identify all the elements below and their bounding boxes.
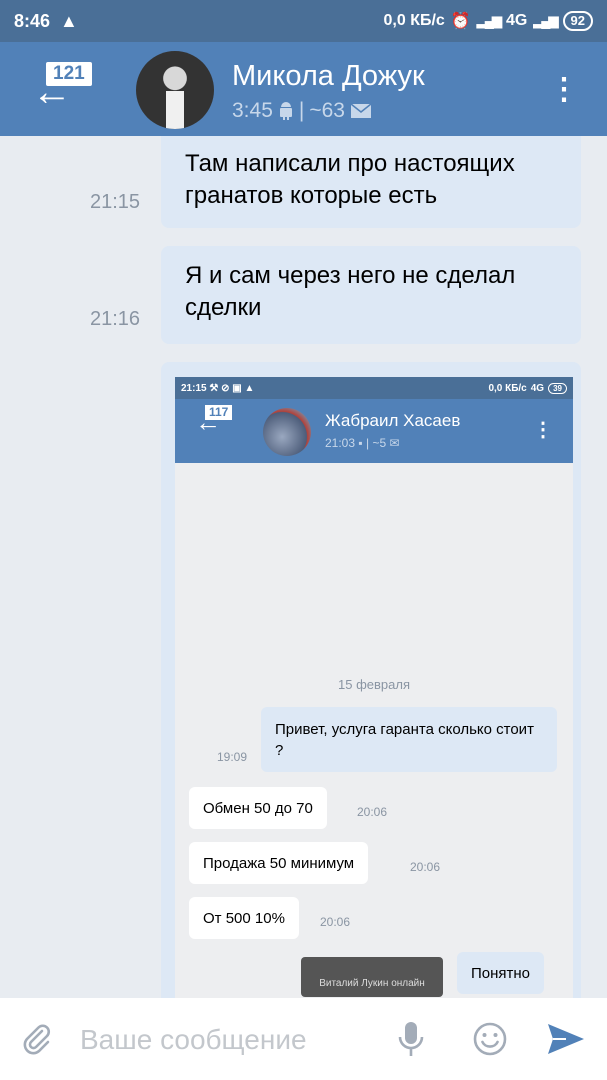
message-text: Там написали про настоящих гранатов кото… (185, 150, 515, 209)
last-seen: 3:45 (232, 99, 273, 122)
mail-icon (350, 103, 372, 118)
screenshot-message-in: От 500 10% (189, 897, 299, 939)
separator: | (298, 99, 305, 122)
message-input-bar: Ваше сообщение (0, 998, 607, 1080)
status-icons: ⚒ ⊘ ▣ ▲ (206, 382, 255, 394)
message-time: 19:09 (217, 750, 248, 764)
screenshot-network-type: 4G (530, 382, 545, 394)
message-time: 21:15 (90, 191, 141, 213)
contact-name[interactable]: Микола Дожук (232, 60, 425, 93)
signal-2-icon: ▂▄▆ (533, 13, 558, 28)
date-label: 15 февраля (338, 677, 410, 692)
mail-icon: ✉ (389, 436, 400, 450)
android-icon: ▪ (358, 436, 363, 450)
status-bar: 8:46 ▲ 0,0 КБ/с ⏰ ▂▄▆ 4G ▂▄▆ 92 (0, 0, 607, 42)
message-text: Привет, услуга гаранта сколько стоит ? (275, 720, 534, 759)
battery-level: 92 (562, 11, 593, 31)
screenshot-header: ← 117 Жабраил Хасаев 21:03 ▪ | ~5 ✉ ⋮ (175, 399, 573, 463)
mic-icon[interactable] (396, 1020, 426, 1058)
message-bubble[interactable]: Там написали про настоящих гранатов кото… (161, 136, 581, 228)
emoji-icon[interactable] (472, 1021, 508, 1057)
send-icon[interactable] (546, 1022, 586, 1056)
message-text: Продажа 50 минимум (203, 854, 355, 872)
more-vert-icon: ⋮ (533, 419, 553, 441)
android-icon (279, 102, 292, 120)
network-speed: 0,0 КБ/с (383, 12, 445, 29)
message-text: От 500 10% (203, 909, 285, 927)
screenshot-battery: 39 (548, 382, 567, 394)
chat-history[interactable]: Там написали про настоящих гранатов кото… (0, 136, 607, 998)
online-toast: Виталий Лукин онлайн (301, 957, 443, 997)
alarm-icon: ⏰ (450, 13, 471, 30)
screenshot-contact-status: 21:03 ▪ | ~5 ✉ (325, 436, 400, 450)
status-indicators: 0,0 КБ/с ⏰ ▂▄▆ 4G ▂▄▆ 92 (384, 11, 593, 31)
screenshot-avatar (263, 408, 311, 456)
chat-header: ← 121 Микола Дожук 3:45 | ~63 ⋮ (0, 42, 607, 136)
status-time: 8:46 (14, 10, 51, 31)
warning-icon: ▲ (60, 10, 78, 31)
message-time: 20:06 (410, 860, 441, 874)
screenshot-status-bar: 21:15 ⚒ ⊘ ▣ ▲ 0,0 КБ/с 4G 39 (175, 377, 573, 399)
avatar[interactable] (136, 51, 214, 129)
message-text: Понятно (471, 964, 531, 982)
screenshot-message-out: Привет, услуга гаранта сколько стоит ? (261, 707, 557, 772)
screenshot-separator: | (365, 436, 370, 450)
message-text: Обмен 50 до 70 (203, 799, 313, 817)
screenshot-contact-name: Жабраил Хасаев (325, 411, 461, 430)
screenshot-message-in: Продажа 50 минимум (189, 842, 369, 884)
message-text: Я и сам через него не сделал сделки (185, 262, 516, 321)
message-bubble-image[interactable]: 21:15 ⚒ ⊘ ▣ ▲ 0,0 КБ/с 4G 39 ← 117 Жабра… (161, 362, 581, 998)
screenshot-mail-count: ~5 (372, 436, 387, 450)
message-time: 21:16 (90, 308, 141, 330)
more-vert-icon[interactable]: ⋮ (549, 72, 579, 108)
contact-status: 3:45 | ~63 (232, 99, 372, 123)
screenshot-unread-badge: 117 (205, 405, 233, 420)
screenshot-message-out: Понятно (457, 952, 545, 994)
screenshot-message-in: Обмен 50 до 70 (189, 787, 327, 829)
screenshot-last-seen: 21:03 (325, 436, 356, 450)
network-type: 4G (505, 12, 528, 29)
unread-badge: 121 (46, 62, 92, 86)
message-time: 20:06 (320, 915, 351, 929)
signal-icon: ▂▄▆ (476, 13, 502, 28)
mail-count: ~63 (309, 99, 345, 122)
message-input[interactable]: Ваше сообщение (80, 1024, 307, 1056)
attach-icon[interactable] (20, 1022, 54, 1056)
screenshot-status-time: 21:15 (181, 382, 207, 394)
message-time: 20:06 (357, 805, 388, 819)
screenshot-network-speed: 0,0 КБ/с (488, 382, 527, 394)
back-button[interactable]: ← 121 (28, 62, 98, 117)
attached-screenshot[interactable]: 21:15 ⚒ ⊘ ▣ ▲ 0,0 КБ/с 4G 39 ← 117 Жабра… (175, 377, 573, 998)
message-bubble[interactable]: Я и сам через него не сделал сделки (161, 246, 581, 344)
